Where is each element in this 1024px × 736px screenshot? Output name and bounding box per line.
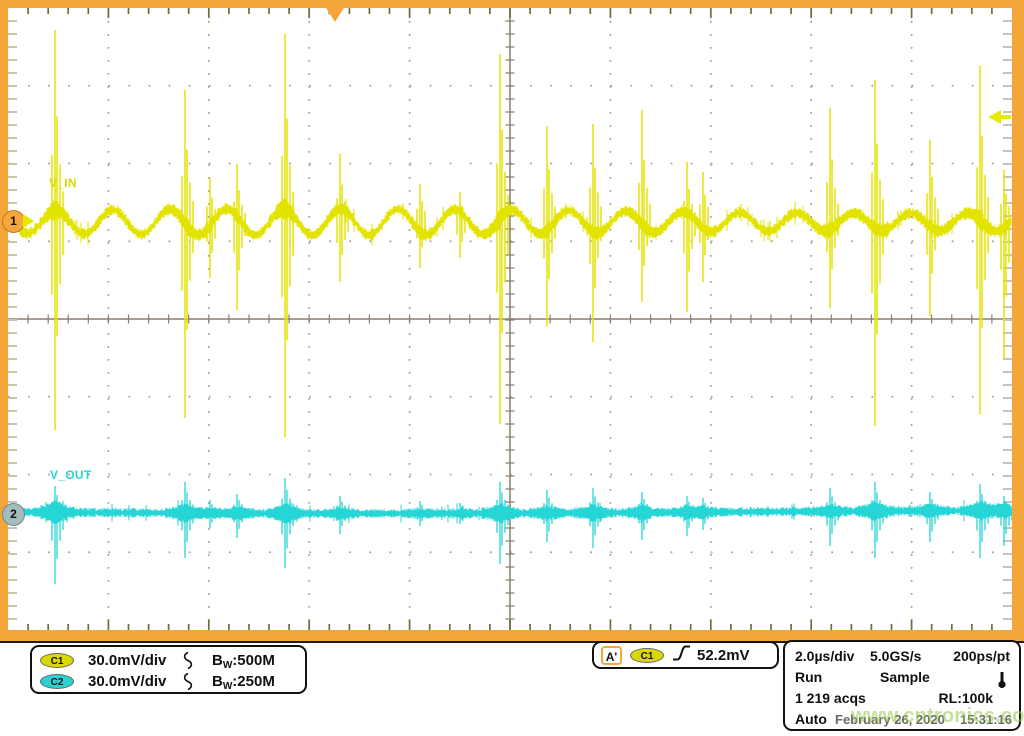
acq-mode: Sample (880, 669, 930, 685)
graticule-frame-right (1012, 0, 1024, 641)
trigger-readout-panel[interactable]: A' C1 52.2mV (592, 641, 779, 669)
channel2-bandwidth: BW:250M (212, 673, 275, 692)
resolution-value: 200ps/pt (953, 648, 1010, 664)
vertical-readout-panel[interactable]: C1 30.0mV/div BW:500M C2 30.0mV/div BW:2… (30, 645, 307, 694)
channel1-marker-arrow-icon (23, 214, 34, 228)
trigger-source-badge[interactable]: C1 (630, 648, 664, 663)
channel2-readout-row[interactable]: C2 30.0mV/div BW:250M (32, 671, 305, 693)
channel1-scale: 30.0mV/div (88, 652, 166, 669)
waveform-svg (8, 8, 1012, 630)
trace-label-vin: V_IN (49, 176, 77, 190)
oscilloscope-screen: { "watermark_text": "www.cntronics.com",… (0, 0, 1024, 736)
channel1-badge[interactable]: C1 (40, 653, 74, 668)
acq-state: Run (795, 669, 822, 685)
trace-label-vout: V_OUT (50, 468, 92, 482)
channel2-ground-marker[interactable]: 2 (2, 503, 25, 526)
record-length: RL:100k (939, 690, 993, 706)
rising-edge-icon (672, 644, 691, 667)
trigger-mode: Auto (795, 711, 827, 727)
trigger-position-marker-icon[interactable] (326, 8, 344, 22)
timebase-row: 2.0µs/div 5.0GS/s 200ps/pt (785, 648, 1019, 669)
trigger-level-arrow-tail (1000, 115, 1011, 119)
channel1-bandwidth: BW:500M (212, 652, 275, 671)
thermometer-icon (997, 670, 1007, 692)
channel2-scale: 30.0mV/div (88, 673, 166, 690)
trigger-level-value: 52.2mV (697, 647, 750, 664)
channel1-ground-marker[interactable]: 1 (2, 210, 25, 233)
acquisition-state-row: Run Sample (785, 669, 1019, 690)
acq-count: 1 219 acqs (795, 690, 866, 706)
timebase-value: 2.0µs/div (795, 648, 854, 664)
ac-coupling-icon (182, 672, 194, 696)
channel1-readout-row[interactable]: C1 30.0mV/div BW:500M (32, 650, 305, 672)
waveform-display[interactable] (8, 8, 1012, 630)
graticule-frame-top (0, 0, 1024, 8)
graticule-frame-left (0, 0, 8, 641)
watermark: www.cntronics.com (851, 705, 1024, 728)
trigger-aux-badge[interactable]: A' (601, 646, 622, 665)
channel2-badge[interactable]: C2 (40, 674, 74, 689)
sample-rate-value: 5.0GS/s (870, 648, 921, 664)
